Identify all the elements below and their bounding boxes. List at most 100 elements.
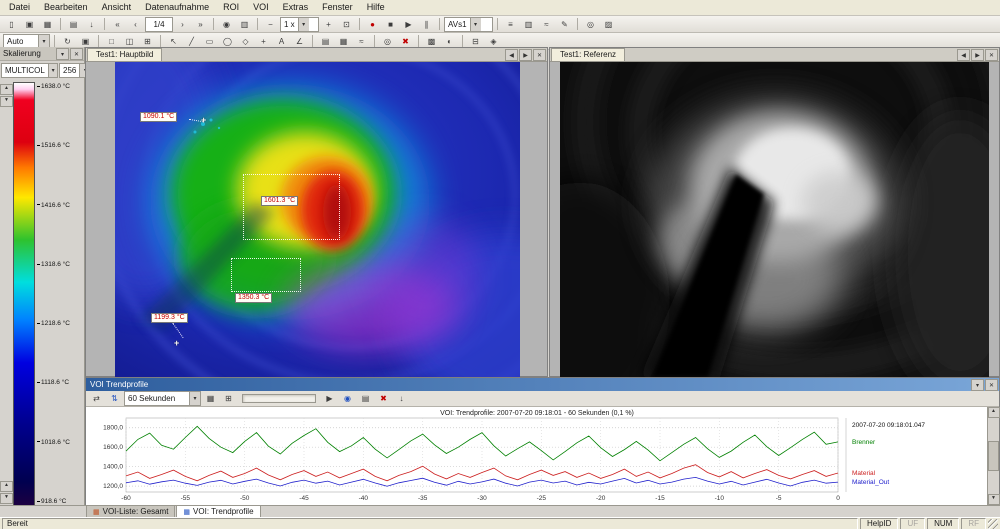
- scale-min-down-button[interactable]: ▼: [0, 493, 13, 504]
- scrollbar-thumb[interactable]: [988, 441, 999, 471]
- sort-button[interactable]: ⇅: [106, 391, 123, 407]
- menu-voi[interactable]: VOI: [246, 0, 276, 15]
- profile-button[interactable]: ≈: [538, 16, 555, 32]
- report-button[interactable]: ▨: [600, 16, 617, 32]
- main-view-content: + + 1090.1 °C 1601.3 °C 1350.3 °C 1199.3…: [86, 62, 547, 377]
- prev-frame-button[interactable]: ‹: [127, 16, 144, 32]
- menu-hilfe[interactable]: Hilfe: [360, 0, 392, 15]
- roi-rectangle[interactable]: [243, 174, 340, 240]
- roi-rectangle-2[interactable]: [231, 258, 301, 292]
- chevron-down-icon[interactable]: ▾: [470, 18, 481, 31]
- menu-trend-button[interactable]: ▾: [971, 379, 984, 391]
- close-panel-button[interactable]: ✕: [70, 48, 83, 60]
- histogram-button[interactable]: ▥: [520, 16, 537, 32]
- pin-panel-button[interactable]: ▾: [56, 48, 69, 60]
- chevron-down-icon[interactable]: ▾: [48, 64, 57, 77]
- next-frame-button[interactable]: ›: [174, 16, 191, 32]
- frame-indicator[interactable]: 1/4: [145, 17, 173, 32]
- print-button[interactable]: ▤: [65, 16, 82, 32]
- marker-icon: ◉: [344, 394, 351, 403]
- scale-min-up-button[interactable]: ▲: [0, 481, 13, 492]
- export-trend-button[interactable]: ↓: [393, 391, 410, 407]
- view-tab-referenz[interactable]: Test1: Referenz: [551, 48, 625, 61]
- next-view-button[interactable]: ▶: [519, 49, 532, 61]
- temp-annotation-2: 1601.3 °C: [261, 196, 298, 206]
- close-trend-button[interactable]: ✕: [985, 379, 998, 391]
- scroll-up-icon[interactable]: ▲: [988, 407, 1000, 418]
- interval-combo[interactable]: 60 Sekunden▾: [124, 391, 201, 406]
- chart-grid-button[interactable]: ▦: [202, 391, 219, 407]
- zoom-in-button[interactable]: +: [320, 16, 337, 32]
- record-button[interactable]: ●: [364, 16, 381, 32]
- close-view-button[interactable]: ✕: [533, 49, 546, 61]
- menu-bearbeiten[interactable]: Bearbeiten: [37, 0, 95, 15]
- analysis-icon: ≡: [508, 20, 513, 29]
- first-frame-button[interactable]: «: [109, 16, 126, 32]
- scale-max-up-button[interactable]: ▲: [0, 84, 13, 95]
- zoom-fit-button[interactable]: ⊡: [338, 16, 355, 32]
- edit-icon: ✎: [561, 20, 568, 29]
- sequence-button[interactable]: ▥: [236, 16, 253, 32]
- trend-chart[interactable]: VOI: Trendprofile: 2007-07-20 09:18:01 -…: [86, 407, 987, 505]
- save-file-button[interactable]: ▦: [39, 16, 56, 32]
- palette-combo[interactable]: MULTICOLOR ▾: [1, 63, 58, 78]
- next-view-button[interactable]: ▶: [971, 49, 984, 61]
- scale-max-down-button[interactable]: ▼: [0, 96, 13, 107]
- svg-text:-40: -40: [359, 495, 369, 502]
- close-trend-icon: ✕: [989, 382, 994, 389]
- thermal-image-canvas[interactable]: + + 1090.1 °C 1601.3 °C 1350.3 °C 1199.3…: [115, 62, 520, 377]
- open-file-button[interactable]: ▣: [21, 16, 38, 32]
- resize-grip-icon[interactable]: [988, 519, 998, 529]
- toolbar-separator: [312, 35, 313, 47]
- marker-button[interactable]: ◉: [339, 391, 356, 407]
- svg-text:-60: -60: [121, 495, 131, 502]
- edit-button[interactable]: ✎: [556, 16, 573, 32]
- status-bar: Bereit HelpID UF NUM RF: [0, 517, 1000, 529]
- view-tab-hauptbild[interactable]: Test1: Hauptbild: [87, 48, 162, 61]
- scale-label: 1638.0 °C: [37, 83, 84, 90]
- menu-datei[interactable]: Datei: [2, 0, 37, 15]
- menu-extras[interactable]: Extras: [276, 0, 316, 15]
- trend-toolbar: ⇄ ⇅ 60 Sekunden▾▦⊞ ▶ ◉ ▤✖↓: [86, 391, 999, 407]
- prev-view-button[interactable]: ◀: [505, 49, 518, 61]
- print-icon: ▤: [70, 20, 78, 29]
- menu-datenaufnahme[interactable]: Datenaufnahme: [138, 0, 216, 15]
- prev-view-button[interactable]: ◀: [957, 49, 970, 61]
- menu-roi[interactable]: ROI: [216, 0, 246, 15]
- snapshot-button[interactable]: ◎: [582, 16, 599, 32]
- next-view-icon: ▶: [975, 52, 980, 59]
- chevron-down-icon[interactable]: ▾: [38, 35, 49, 48]
- last-frame-button[interactable]: »: [192, 16, 209, 32]
- trend-scrollbar[interactable]: ▲ ▼: [987, 407, 999, 505]
- delete-trend-button[interactable]: ✖: [375, 391, 392, 407]
- chevron-down-icon[interactable]: ▾: [298, 18, 309, 31]
- chevron-down-icon[interactable]: ▾: [189, 392, 200, 405]
- svg-text:Material_Out: Material_Out: [852, 479, 889, 486]
- export-icon: ↓: [90, 20, 94, 29]
- zoom-combo[interactable]: 1 x▾: [280, 17, 319, 32]
- table-view-button[interactable]: ▤: [357, 391, 374, 407]
- avs-combo[interactable]: AVs1▾: [444, 17, 493, 32]
- copy-chart-button[interactable]: ⊞: [220, 391, 237, 407]
- play-button[interactable]: ▶: [400, 16, 417, 32]
- camera-button[interactable]: ◉: [218, 16, 235, 32]
- sort-icon: ⇅: [111, 394, 118, 403]
- new-file-button[interactable]: ▯: [3, 16, 20, 32]
- dock-button[interactable]: ⇄: [88, 391, 105, 407]
- analysis-button[interactable]: ≡: [502, 16, 519, 32]
- export-button[interactable]: ↓: [83, 16, 100, 32]
- voi-list-icon: ▦: [93, 508, 100, 516]
- palette-colorbar[interactable]: [13, 82, 35, 508]
- trend-progress[interactable]: [242, 394, 316, 403]
- menu-fenster[interactable]: Fenster: [315, 0, 360, 15]
- play-trend-button[interactable]: ▶: [321, 391, 338, 407]
- toolbar-separator: [160, 35, 161, 47]
- menu-ansicht[interactable]: Ansicht: [95, 0, 139, 15]
- reference-image-canvas[interactable]: [560, 62, 989, 377]
- scroll-down-icon[interactable]: ▼: [988, 494, 1000, 505]
- zoom-out-button[interactable]: −: [262, 16, 279, 32]
- stop-button[interactable]: ■: [382, 16, 399, 32]
- reference-image-window: Test1: Referenz ◀ ▶ ✕: [549, 47, 1000, 377]
- close-view-button[interactable]: ✕: [985, 49, 998, 61]
- pause-button[interactable]: ∥: [418, 16, 435, 32]
